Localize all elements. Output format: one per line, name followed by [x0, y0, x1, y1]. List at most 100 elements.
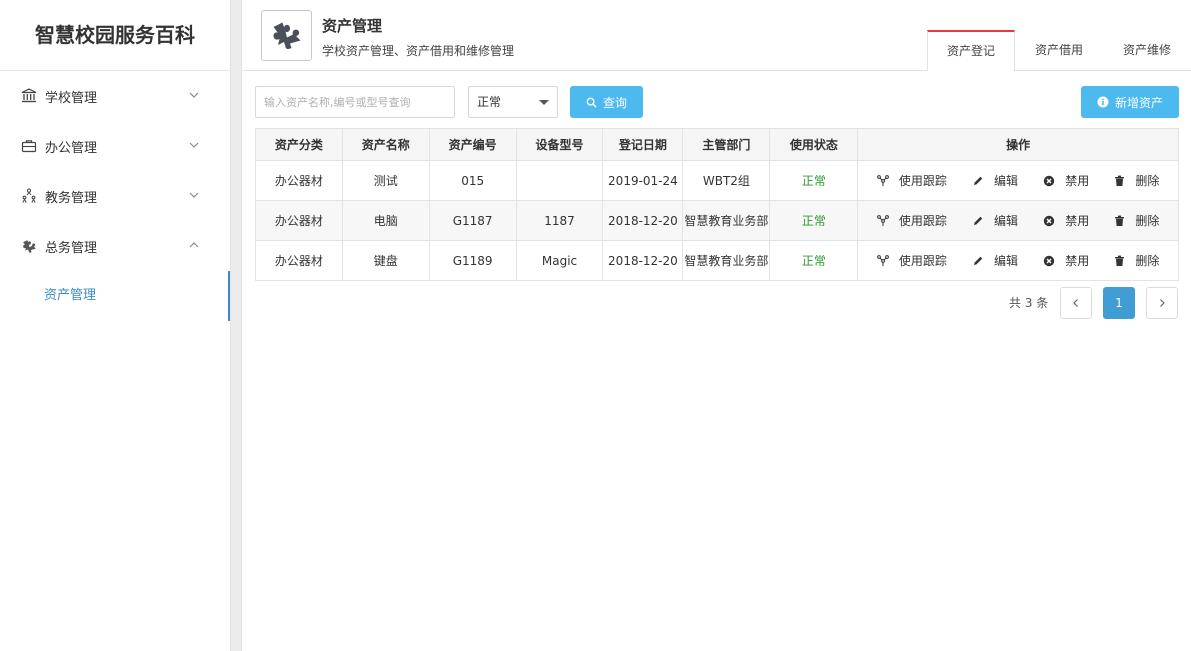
cell-dept: WBT2组	[682, 160, 771, 201]
edit-link[interactable]: 编辑	[972, 212, 1018, 229]
edit-link[interactable]: 编辑	[972, 172, 1018, 189]
status-select[interactable]: 正常	[468, 86, 558, 118]
main-content: 资产管理 学校资产管理、资产借用和维修管理 资产登记 资产借用 资产维修 正常 …	[241, 0, 1191, 651]
next-page-button[interactable]	[1146, 287, 1178, 319]
cell-date: 2018-12-20	[602, 200, 684, 241]
sidebar-item-academic[interactable]: 教务管理	[0, 171, 230, 221]
ban-icon	[1043, 255, 1060, 267]
table-header-row: 资产分类 资产名称 资产编号 设备型号 登记日期 主管部门 使用状态 操作	[255, 128, 1179, 161]
search-input[interactable]	[255, 86, 455, 118]
info-icon	[1097, 96, 1109, 108]
puzzle-icon	[20, 237, 38, 255]
cell-model: Magic	[515, 240, 604, 281]
sidebar-subitem-label: 资产管理	[44, 288, 97, 303]
cell-status: 正常	[769, 160, 859, 201]
usage-tracking-link[interactable]: 使用跟踪	[876, 172, 947, 189]
delete-link[interactable]: 删除	[1114, 252, 1159, 269]
sidebar-item-label: 教务管理	[45, 190, 98, 206]
cell-date: 2019-01-24	[602, 160, 684, 201]
sidebar-item-label: 总务管理	[45, 240, 98, 256]
usage-tracking-link[interactable]: 使用跟踪	[876, 212, 947, 229]
table-row: 办公器材 测试 015 2019-01-24 WBT2组 正常 使用跟踪 编辑 禁用 删除	[255, 160, 1179, 201]
bank-icon	[20, 87, 38, 105]
chevron-up-icon	[188, 239, 200, 251]
cell-category: 办公器材	[255, 240, 343, 281]
column-header: 资产编号	[428, 128, 517, 161]
disable-link[interactable]: 禁用	[1043, 252, 1089, 269]
cell-actions: 使用跟踪 编辑 禁用 删除	[857, 200, 1179, 241]
action-label: 使用跟踪	[898, 174, 947, 188]
sidebar-item-school[interactable]: 学校管理	[0, 71, 230, 121]
chevron-down-icon	[188, 189, 200, 201]
action-label: 删除	[1135, 214, 1160, 228]
cell-model	[515, 160, 604, 201]
delete-link[interactable]: 删除	[1114, 212, 1159, 229]
cell-code: 015	[428, 160, 517, 201]
column-header: 操作	[857, 128, 1179, 161]
cell-dept: 智慧教育业务部	[682, 200, 771, 241]
action-label: 删除	[1135, 174, 1160, 188]
column-header: 设备型号	[515, 128, 604, 161]
add-asset-label: 新增资产	[1114, 95, 1163, 110]
app-title: 智慧校园服务百科	[0, 0, 230, 71]
trash-icon	[1114, 215, 1130, 227]
caret-down-icon	[539, 100, 549, 105]
action-label: 编辑	[994, 174, 1019, 188]
cell-name: 测试	[341, 160, 430, 201]
tab-bar: 资产登记 资产借用 资产维修	[927, 30, 1191, 72]
sidebar-item-label: 办公管理	[45, 140, 98, 156]
cell-status: 正常	[769, 240, 859, 281]
page-button-current[interactable]: 1	[1103, 287, 1135, 319]
ban-icon	[1043, 175, 1060, 187]
cell-name: 键盘	[341, 240, 430, 281]
pencil-icon	[972, 255, 989, 267]
chevron-down-icon	[188, 139, 200, 151]
page-header: 资产管理 学校资产管理、资产借用和维修管理 资产登记 资产借用 资产维修	[242, 0, 1191, 72]
cell-actions: 使用跟踪 编辑 禁用 删除	[857, 240, 1179, 281]
sidebar-item-general-affairs[interactable]: 总务管理	[0, 221, 230, 271]
branch-icon	[876, 214, 894, 227]
cell-code: G1187	[428, 200, 517, 241]
query-button-label: 查询	[602, 95, 627, 110]
branch-icon	[876, 174, 894, 187]
sidebar-subitem-asset-management[interactable]: 资产管理	[0, 271, 230, 321]
usage-tracking-link[interactable]: 使用跟踪	[876, 252, 947, 269]
cell-date: 2018-12-20	[602, 240, 684, 281]
column-header: 主管部门	[682, 128, 771, 161]
add-asset-button[interactable]: 新增资产	[1081, 86, 1179, 118]
page-title: 资产管理	[322, 17, 383, 35]
action-label: 禁用	[1065, 174, 1090, 188]
tab-asset-borrowing[interactable]: 资产借用	[1015, 30, 1103, 71]
action-label: 删除	[1135, 254, 1160, 268]
puzzle-icon	[261, 10, 312, 61]
disable-link[interactable]: 禁用	[1043, 172, 1089, 189]
column-header: 使用状态	[769, 128, 859, 161]
cell-category: 办公器材	[255, 160, 343, 201]
cell-code: G1189	[428, 240, 517, 281]
action-label: 禁用	[1065, 254, 1090, 268]
cell-actions: 使用跟踪 编辑 禁用 删除	[857, 160, 1179, 201]
tab-asset-registration[interactable]: 资产登记	[927, 30, 1015, 72]
disable-link[interactable]: 禁用	[1043, 212, 1089, 229]
tab-asset-repair[interactable]: 资产维修	[1103, 30, 1191, 71]
column-header: 登记日期	[602, 128, 684, 161]
chevron-down-icon	[188, 89, 200, 101]
briefcase-icon	[20, 137, 38, 155]
pencil-icon	[972, 215, 989, 227]
ban-icon	[1043, 215, 1060, 227]
search-icon	[586, 97, 597, 108]
trash-icon	[1114, 175, 1130, 187]
page-subtitle: 学校资产管理、资产借用和维修管理	[322, 44, 515, 58]
cell-name: 电脑	[341, 200, 430, 241]
cell-model: 1187	[515, 200, 604, 241]
sidebar: 智慧校园服务百科 学校管理 办公管理 教务管理 总务管理 资产管理	[0, 0, 231, 651]
edit-link[interactable]: 编辑	[972, 252, 1018, 269]
sidebar-item-office[interactable]: 办公管理	[0, 121, 230, 171]
column-header: 资产名称	[341, 128, 430, 161]
prev-page-button[interactable]	[1060, 287, 1092, 319]
query-button[interactable]: 查询	[570, 86, 643, 118]
sidebar-item-label: 学校管理	[45, 90, 98, 106]
table-row: 办公器材 键盘 G1189 Magic 2018-12-20 智慧教育业务部 正常 使用跟踪 编…	[255, 240, 1179, 281]
cell-status: 正常	[769, 200, 859, 241]
delete-link[interactable]: 删除	[1114, 172, 1159, 189]
